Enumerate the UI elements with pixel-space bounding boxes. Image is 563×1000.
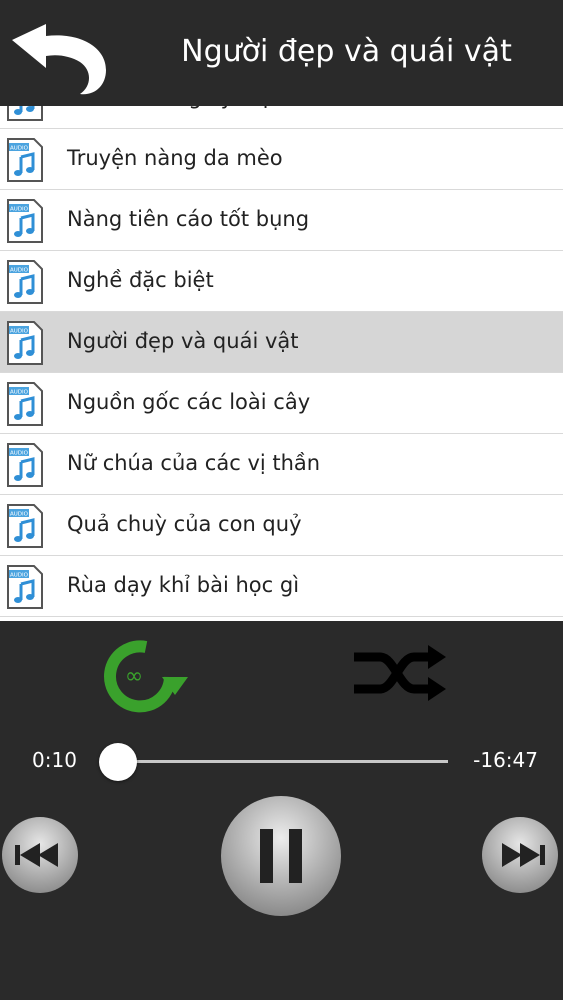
svg-text:AUDIO: AUDIO [10, 207, 29, 213]
list-item-label: Nàng tiên cáo tốt bụng [67, 207, 310, 231]
audio-file-icon: AUDIO [6, 381, 44, 427]
list-item-label: Nghề đặc biệt [67, 268, 214, 292]
repeat-button[interactable]: ∞ [100, 637, 192, 715]
list-item-label: Mái tóc vàng kỳ diệu [67, 106, 285, 109]
svg-text:AUDIO: AUDIO [10, 268, 29, 274]
back-button[interactable] [6, 20, 110, 98]
list-item-label: Người đẹp và quái vật [67, 329, 299, 353]
list-item[interactable]: AUDIO Người đẹp và quái vật [0, 312, 563, 373]
page-title: Người đẹp và quái vật [181, 34, 512, 69]
progress-thumb[interactable] [99, 743, 137, 781]
svg-text:AUDIO: AUDIO [10, 329, 29, 335]
player-controls: ∞ 0:10 -16:47 [0, 621, 563, 1000]
list-item[interactable]: AUDIO Nàng tiên cáo tốt bụng [0, 190, 563, 251]
next-button[interactable] [480, 815, 560, 895]
list-item-label: Rùa dạy khỉ bài học gì [67, 573, 300, 597]
undo-arrow-icon [12, 24, 106, 95]
audio-file-icon: AUDIO [6, 137, 44, 183]
svg-text:AUDIO: AUDIO [10, 573, 29, 579]
svg-text:∞: ∞ [125, 664, 143, 689]
shuffle-button[interactable] [350, 637, 448, 709]
list-item[interactable]: AUDIO Nghề đặc biệt [0, 251, 563, 312]
list-item[interactable]: AUDIO Nguồn gốc các loài cây [0, 373, 563, 434]
pause-button[interactable] [219, 794, 343, 918]
pause-icon [221, 796, 341, 916]
svg-text:AUDIO: AUDIO [10, 146, 29, 152]
audio-file-icon: AUDIO [6, 442, 44, 488]
list-item[interactable]: AUDIO Nữ chúa của các vị thần [0, 434, 563, 495]
list-item[interactable]: AUDIO Mái tóc vàng kỳ diệu [0, 106, 563, 129]
previous-button[interactable] [0, 815, 80, 895]
top-bar: Người đẹp và quái vật [0, 0, 563, 106]
audio-file-icon: AUDIO [6, 259, 44, 305]
svg-text:AUDIO: AUDIO [10, 390, 29, 396]
audio-file-icon: AUDIO [6, 564, 44, 610]
svg-text:AUDIO: AUDIO [10, 512, 29, 518]
elapsed-time: 0:10 [32, 748, 77, 772]
previous-track-icon [2, 817, 78, 893]
audio-file-icon: AUDIO [6, 320, 44, 366]
next-track-icon [482, 817, 558, 893]
progress-slider[interactable] [99, 743, 448, 781]
remaining-time: -16:47 [473, 748, 538, 772]
list-item[interactable]: AUDIO Rùa dạy khỉ bài học gì [0, 556, 563, 617]
list-item-label: Nữ chúa của các vị thần [67, 451, 321, 475]
list-item[interactable]: AUDIO Truyện nàng da mèo [0, 129, 563, 190]
list-item[interactable]: AUDIO Quả chuỳ của con quỷ [0, 495, 563, 556]
audio-file-icon: AUDIO [6, 503, 44, 549]
track-list[interactable]: AUDIO Mái tóc vàng kỳ diệu AUDIO Truyện nàn… [0, 106, 563, 621]
repeat-infinite-icon: ∞ [104, 640, 188, 713]
audio-file-icon: AUDIO [6, 198, 44, 244]
list-item-label: Quả chuỳ của con quỷ [67, 512, 302, 536]
list-item-label: Truyện nàng da mèo [67, 146, 283, 170]
audio-file-icon: AUDIO [6, 106, 44, 122]
svg-text:AUDIO: AUDIO [10, 451, 29, 457]
shuffle-icon [354, 645, 446, 701]
list-item-label: Nguồn gốc các loài cây [67, 390, 311, 414]
